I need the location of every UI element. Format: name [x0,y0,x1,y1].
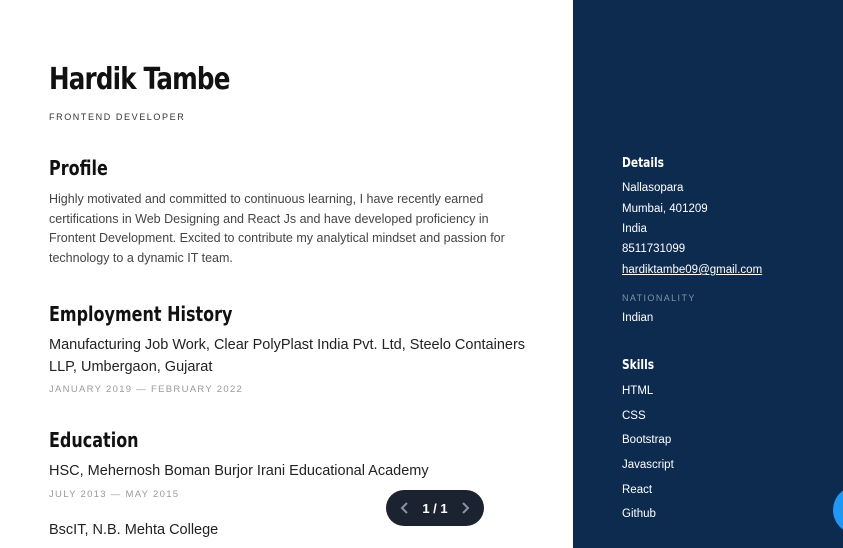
candidate-name: Hardik Tambe [49,62,230,97]
skill-item: React [622,484,653,496]
nationality-label: NATIONALITY [622,293,696,303]
education-title-1: HSC, Mehernosh Boman Burjor Irani Educat… [49,463,429,479]
nationality-value: Indian [622,312,654,324]
email-link[interactable]: hardiktambe09@gmail.com [622,264,762,276]
page-count: 1 / 1 [422,500,448,516]
job-dates: JANUARY 2019 — FEBRUARY 2022 [49,384,244,395]
phone: 8511731099 [622,243,686,255]
address-line1: Nallasopara [622,182,684,194]
skill-item: Github [622,508,656,520]
skill-item: Bootstrap [622,434,672,446]
job-title: Manufacturing Job Work, Clear PolyPlast … [49,337,526,375]
resume-main: Hardik Tambe FRONTEND DEVELOPER Profile … [0,0,573,548]
profile-heading: Profile [49,156,108,180]
education-dates-1: JULY 2013 — MAY 2015 [49,489,180,500]
skill-item: CSS [622,410,646,422]
page-navigator: 1 / 1 [386,490,484,526]
profile-text: Highly motivated and committed to contin… [49,192,505,265]
resume-sidebar: Details Nallasopara Mumbai, 401209 India… [573,0,843,548]
details-heading: Details [622,156,665,171]
skill-item: Javascript [622,459,674,471]
skills-heading: Skills [622,358,655,373]
education-heading: Education [49,428,139,452]
candidate-role: FRONTEND DEVELOPER [49,112,186,122]
employment-heading: Employment History [49,302,233,326]
skill-item: HTML [622,385,654,397]
chevron-left-icon[interactable] [398,501,412,515]
address-line2: Mumbai, 401209 [622,203,708,215]
chevron-right-icon[interactable] [458,501,472,515]
country: India [622,223,647,235]
